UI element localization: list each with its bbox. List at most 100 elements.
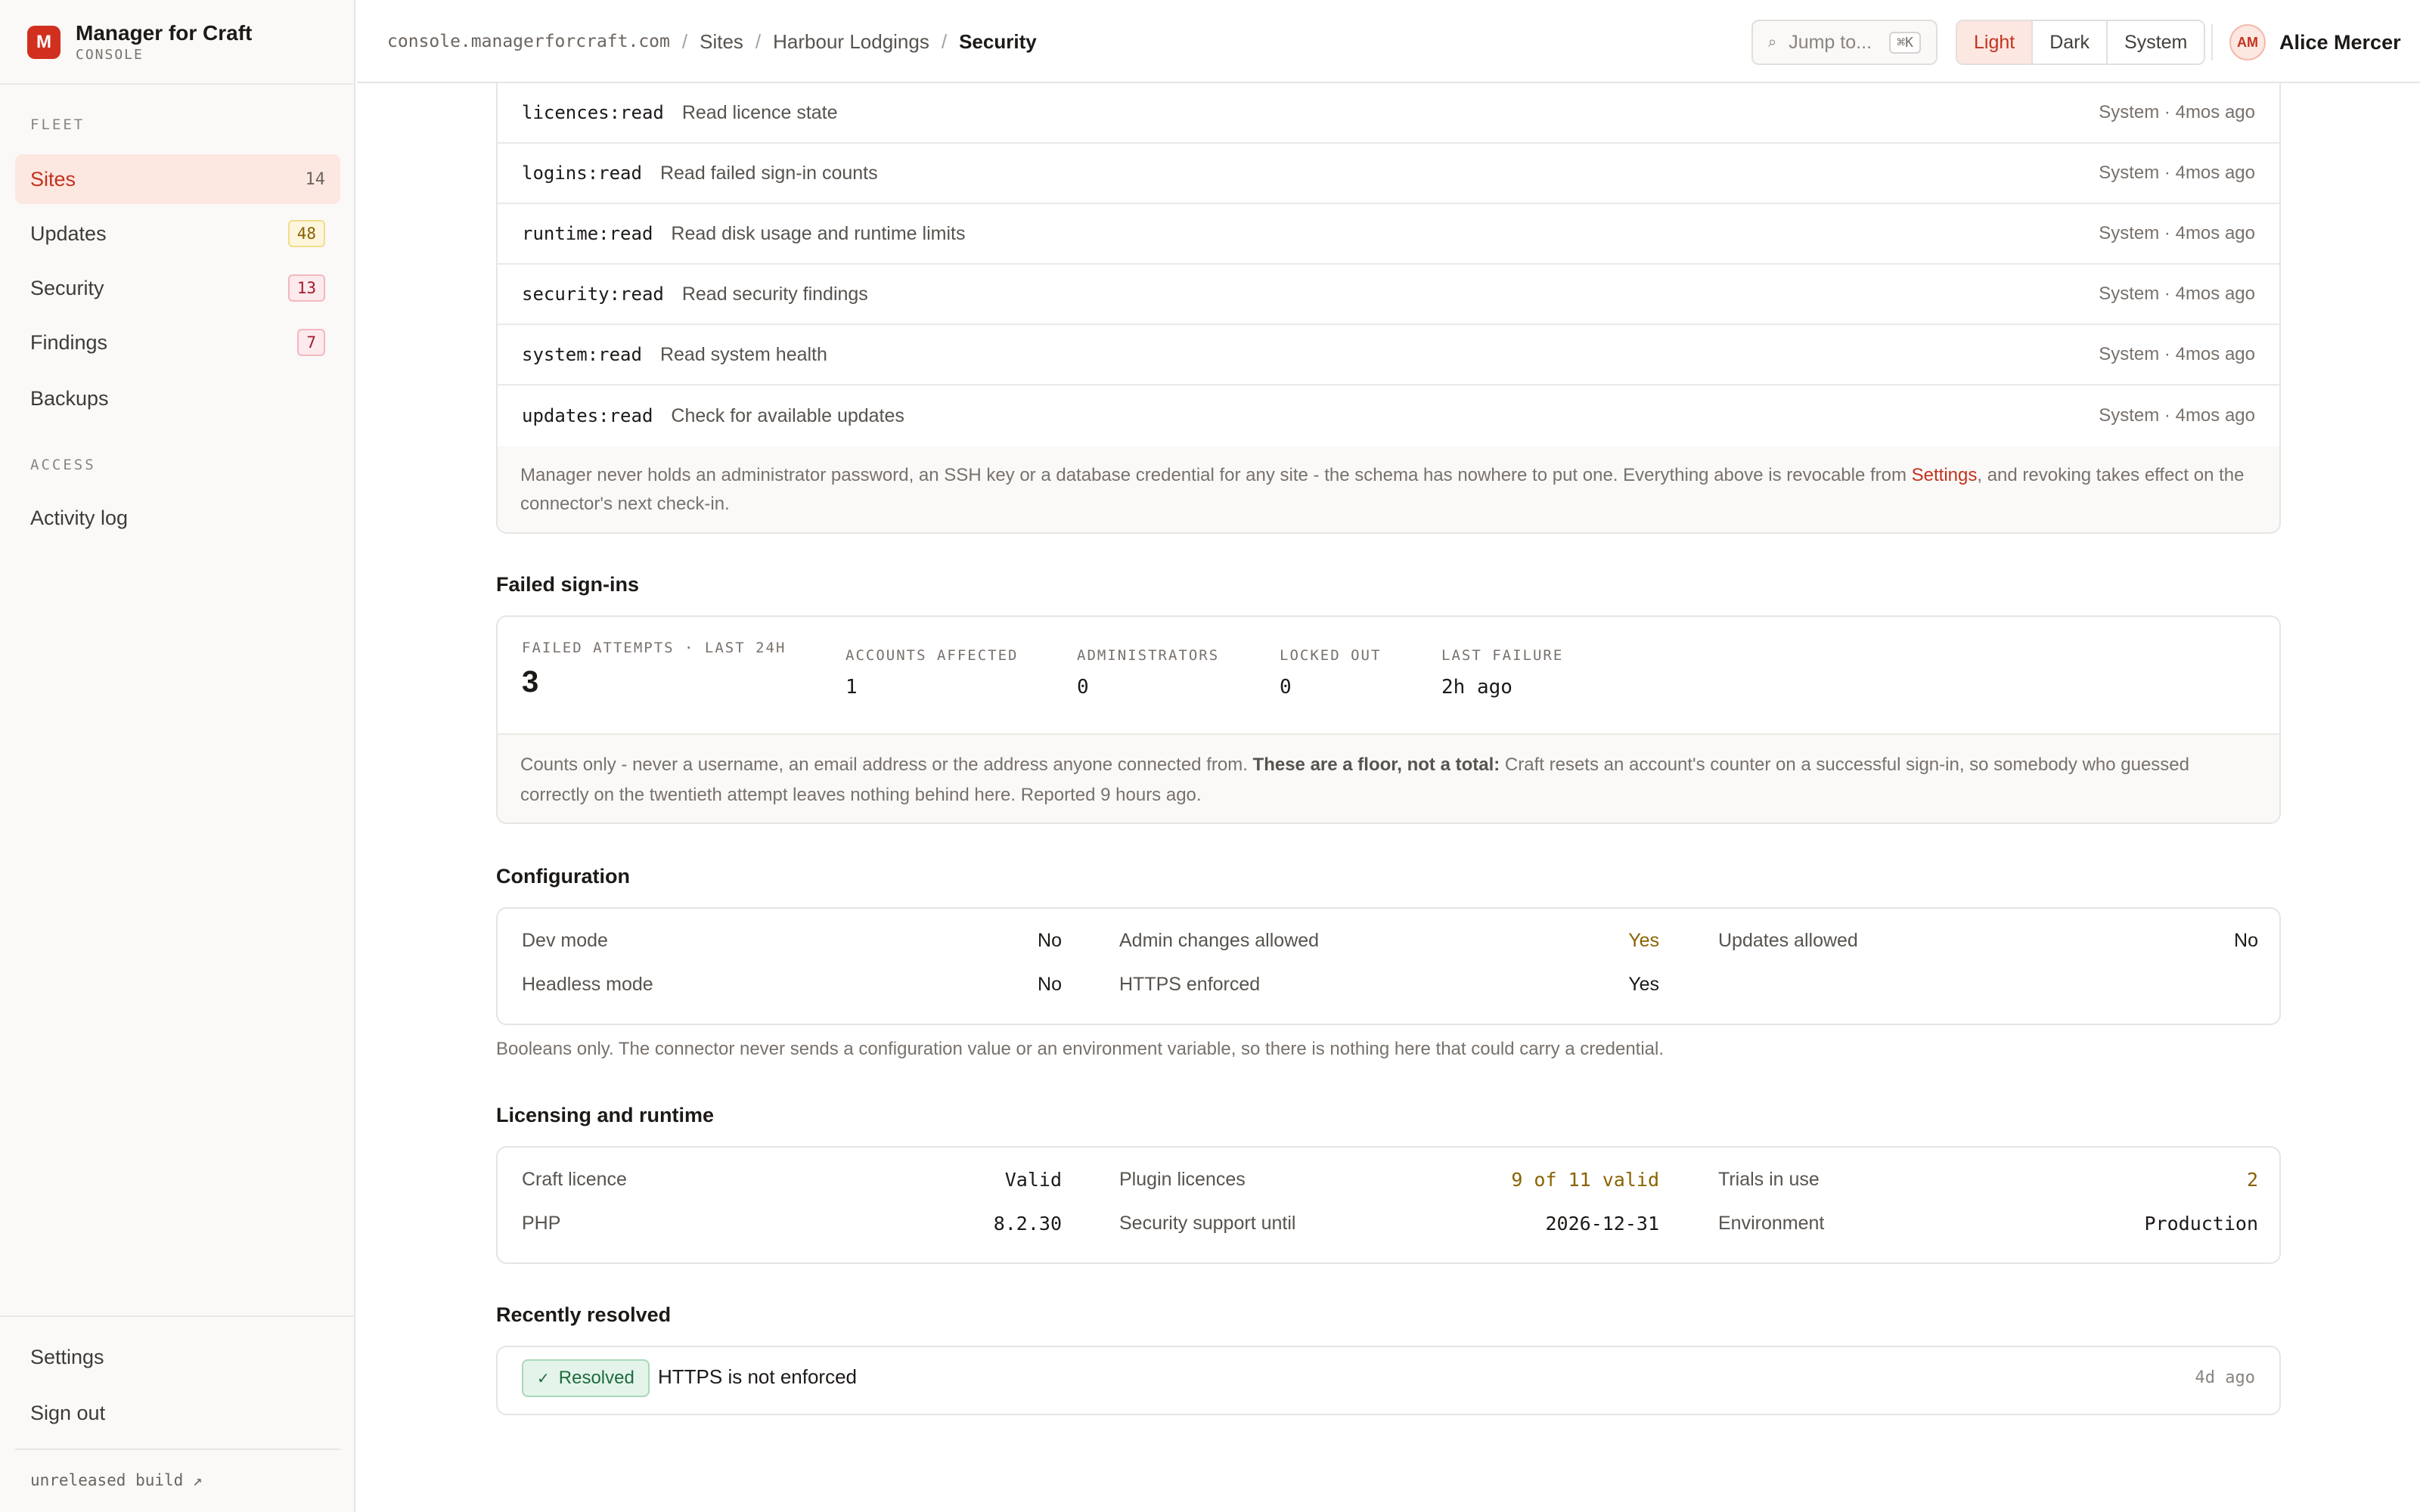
stat-value: 0 — [1280, 676, 1292, 699]
configuration-card: Dev mode No Admin changes allowed Yes Up… — [496, 907, 2281, 1025]
scope-row: runtime:read Read disk usage and runtime… — [498, 204, 2279, 265]
breadcrumb-separator: / — [681, 29, 688, 53]
breadcrumb: console.managerforcraft.com / Sites / Ha… — [387, 0, 1037, 83]
check-icon: ✓ — [537, 1370, 550, 1387]
sidebar-item-count: 14 — [305, 169, 326, 189]
search-icon: ⌕ — [1768, 33, 1777, 51]
sidebar-item-settings[interactable]: Settings — [15, 1332, 340, 1382]
theme-light-button[interactable]: Light — [1957, 21, 2032, 64]
sidebar-item-findings[interactable]: Findings 7 — [15, 318, 340, 367]
sidebar-item-security[interactable]: Security 13 — [15, 263, 340, 313]
licensing-key: Security support until — [1119, 1212, 1296, 1234]
stat-label: ACCOUNTS AFFECTED — [845, 647, 1019, 664]
scope-row: logins:read Read failed sign-in counts S… — [498, 144, 2279, 204]
sidebar-item-label: Activity log — [30, 506, 129, 529]
sidebar-item-label: Findings — [30, 330, 108, 354]
brand-name: Manager for Craft — [76, 21, 253, 45]
licensing-value: 9 of 11 valid — [1511, 1168, 1659, 1191]
settings-link[interactable]: Settings — [1912, 465, 1978, 485]
licensing-key: Plugin licences — [1119, 1168, 1246, 1190]
note-emphasis: These are a floor, not a total: — [1252, 754, 1500, 775]
stat-value: 3 — [522, 665, 539, 699]
config-value: Yes — [1628, 973, 1659, 995]
scope-meta: System · 4mos ago — [2099, 102, 2255, 122]
scope-row: licences:read Read licence state System … — [498, 83, 2279, 144]
status-badge: ✓ Resolved — [522, 1359, 650, 1397]
licensing-value: 2026-12-31 — [1545, 1212, 1659, 1235]
sidebar-item-label: Security — [30, 276, 104, 299]
stat-administrators: ADMINISTRATORS 0 — [1077, 647, 1219, 699]
licensing-value: Valid — [1004, 1168, 1062, 1191]
theme-system-button[interactable]: System — [2106, 21, 2204, 64]
licensing-security-support: Security support until 2026-12-31 — [1119, 1208, 1659, 1238]
breadcrumb-separator: / — [755, 29, 762, 53]
resolved-time: 4d ago — [2195, 1368, 2255, 1387]
resolved-title: HTTPS is not enforced — [658, 1365, 857, 1388]
build-link[interactable]: unreleased build ↗ — [30, 1471, 203, 1489]
licensing-title: Licensing and runtime — [496, 1104, 715, 1126]
breadcrumb-host[interactable]: console.managerforcraft.com — [387, 32, 670, 51]
scope-code: updates:read — [522, 405, 653, 426]
sidebar-item-sites[interactable]: Sites 14 — [15, 154, 340, 204]
failed-signins-note: Counts only - never a username, an email… — [498, 733, 2279, 823]
scope-description: Read system health — [659, 343, 827, 365]
licensing-key: Craft licence — [522, 1168, 627, 1190]
licensing-key: PHP — [522, 1212, 561, 1234]
resolved-item[interactable]: ✓ Resolved HTTPS is not enforced 4d ago — [496, 1346, 2281, 1415]
jump-placeholder: Jump to... — [1789, 31, 1872, 53]
config-https-enforced: HTTPS enforced Yes — [1119, 969, 1659, 999]
config-value: Yes — [1628, 929, 1659, 951]
config-key: Headless mode — [522, 973, 653, 995]
scope-row: system:read Read system health System · … — [498, 325, 2279, 386]
avatar: AM — [2229, 24, 2266, 60]
licensing-card: Craft licence Valid Plugin licences 9 of… — [496, 1146, 2281, 1264]
stat-failed-attempts: FAILED ATTEMPTS · LAST 24H 3 — [522, 640, 786, 699]
scopes-note-text: Manager never holds an administrator pas… — [520, 465, 1912, 485]
scope-row: updates:read Check for available updates… — [498, 386, 2279, 446]
scope-description: Check for available updates — [671, 404, 904, 426]
stat-value: 1 — [845, 676, 858, 699]
security-count-badge: 13 — [287, 274, 325, 302]
scope-meta: System · 4mos ago — [2099, 284, 2255, 304]
jump-to-search[interactable]: ⌕ Jump to... ⌘K — [1751, 20, 1938, 65]
config-value: No — [2234, 929, 2258, 951]
sidebar-item-updates[interactable]: Updates 48 — [15, 209, 340, 259]
scope-row: security:read Read security findings Sys… — [498, 265, 2279, 325]
breadcrumb-current: Security — [959, 29, 1037, 53]
failed-signins-title: Failed sign-ins — [496, 573, 640, 596]
licensing-value: 2 — [2246, 1168, 2258, 1191]
breadcrumb-site[interactable]: Harbour Lodgings — [773, 30, 929, 54]
scope-code: licences:read — [522, 102, 664, 123]
config-admin-changes: Admin changes allowed Yes — [1119, 925, 1659, 956]
user-name: Alice Mercer — [2279, 30, 2401, 54]
stat-value: 2h ago — [1441, 676, 1512, 699]
sidebar-item-backups[interactable]: Backups — [15, 373, 340, 423]
stat-label: FAILED ATTEMPTS · LAST 24H — [522, 640, 786, 656]
breadcrumb-sites[interactable]: Sites — [700, 30, 743, 54]
divider — [15, 1448, 340, 1450]
keyboard-shortcut: ⌘K — [1889, 31, 1921, 54]
licensing-php: PHP 8.2.30 — [522, 1208, 1062, 1238]
stat-accounts-affected: ACCOUNTS AFFECTED 1 — [845, 647, 1018, 699]
stat-last-failure: LAST FAILURE 2h ago — [1441, 647, 1563, 699]
stat-label: LOCKED OUT — [1280, 647, 1382, 664]
licensing-value: Production — [2144, 1212, 2258, 1235]
config-updates-allowed: Updates allowed No — [1718, 925, 2258, 956]
findings-count-badge: 7 — [297, 329, 325, 356]
sidebar: M Manager for Craft CONSOLE FLEET Sites … — [0, 0, 355, 1512]
brand-logo: M — [27, 26, 60, 59]
stat-label: LAST FAILURE — [1441, 647, 1564, 664]
brand[interactable]: M Manager for Craft CONSOLE — [27, 21, 252, 64]
sidebar-item-sign-out[interactable]: Sign out — [15, 1388, 340, 1438]
topbar: console.managerforcraft.com / Sites / Ha… — [357, 0, 2420, 83]
licensing-key: Environment — [1718, 1212, 1825, 1234]
theme-dark-button[interactable]: Dark — [2031, 21, 2107, 64]
brand-subtitle: CONSOLE — [76, 47, 144, 63]
user-menu[interactable]: AM Alice Mercer — [2229, 23, 2401, 62]
configuration-note: Booleans only. The connector never sends… — [496, 1039, 1665, 1059]
sidebar-item-label: Backups — [30, 386, 109, 410]
sidebar-item-activity-log[interactable]: Activity log — [15, 493, 340, 543]
scope-meta: System · 4mos ago — [2099, 163, 2255, 183]
recently-resolved-title: Recently resolved — [496, 1303, 672, 1326]
licensing-craft-licence: Craft licence Valid — [522, 1164, 1062, 1194]
